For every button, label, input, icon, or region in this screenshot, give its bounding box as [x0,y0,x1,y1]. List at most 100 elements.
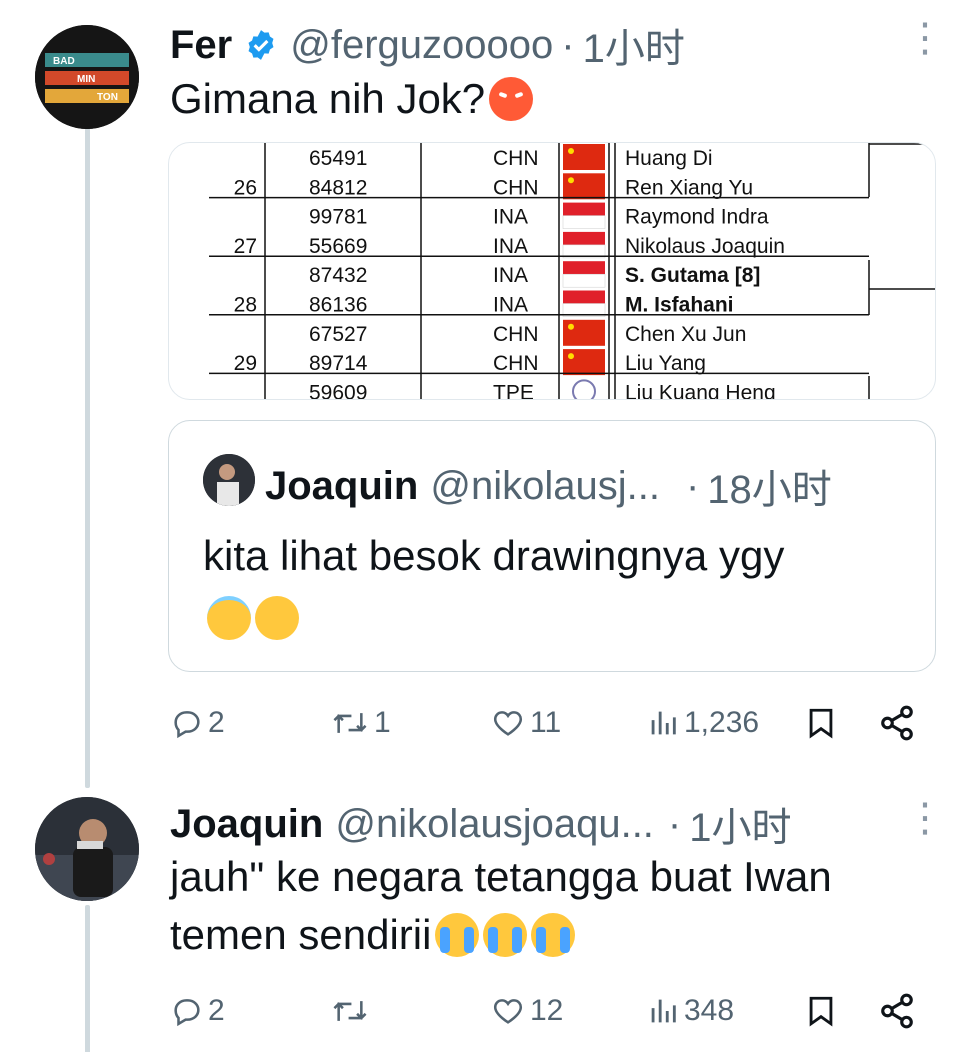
retweet-icon [333,1001,367,1021]
reply-text: jauh" ke negara tetangga buat Iwan temen… [170,848,930,964]
views-button[interactable]: 348 [646,994,734,1028]
share-icon [881,993,913,1029]
retweet-count: 1 [374,706,391,739]
flag-star [568,177,574,184]
views-icon [651,999,676,1023]
bookmark-button[interactable] [804,993,838,1029]
country-code: INA [493,235,528,258]
quoted-author-name: Joaquin [265,463,419,508]
tweet-image[interactable]: 65491 CHN Huang Di 26 84812 CHN Ren Xiang Yu 99… [168,142,936,400]
country-code: CHN [493,176,539,199]
thread-connector-line [85,128,90,788]
like-count: 12 [530,994,564,1027]
player-name: Raymond Indra [625,206,769,229]
player-avatar-image [35,797,139,901]
avatar[interactable]: BAD MIN TON [35,25,139,129]
reply-timestamp[interactable]: 1小时 [689,795,791,853]
tweet-timestamp[interactable]: 1小时 [583,16,685,74]
indonesia-flag-icon [563,290,605,304]
share-icon [881,705,913,741]
quoted-tweet-card[interactable]: Joaquin @nikolausj... · 18小时 kita lihat … [168,420,936,672]
china-flag-icon [563,319,605,346]
tweet-text-content: Gimana nih Jok? [170,75,486,122]
retweet-button[interactable] [330,994,374,1028]
player-name: Liu Yang [625,352,706,375]
smiling-face-with-halo-icon [207,596,251,640]
country-code: TPE [493,381,534,400]
quoted-tweet-header: Joaquin @nikolausj... · 18小时 [265,457,832,515]
bookmark-icon [809,708,833,739]
player-id: 67527 [309,323,367,346]
player-id: 87432 [309,264,367,287]
player-name: S. Gutama [8] [625,264,760,287]
reply-button[interactable]: 2 [170,994,225,1028]
china-flag-icon [563,349,605,376]
country-code: CHN [493,323,539,346]
draw-position-number: 29 [234,352,257,375]
reply-action-bar: 2 12 348 [170,986,930,1036]
player-id: 55669 [309,235,367,258]
avatar-text-1: BAD [53,56,75,67]
pensive-face-icon [255,596,299,640]
loudly-crying-face-icon [483,913,528,957]
indonesia-flag-icon [562,273,606,288]
heart-icon [493,711,523,736]
retweet-button[interactable]: 1 [330,706,391,740]
country-code: CHN [493,352,539,375]
avatar[interactable] [35,797,139,901]
country-code: INA [493,294,528,317]
tweet-text: Gimana nih Jok? [170,70,534,128]
country-code: CHN [493,147,539,170]
player-name: Liu Kuang Heng [625,381,776,400]
player-id: 89714 [309,352,368,375]
verified-badge-icon [244,28,278,62]
bookmark-icon [809,996,833,1027]
retweet-icon [333,713,367,733]
author-handle[interactable]: @nikolausjoaqu... [335,802,654,847]
reply-count: 2 [208,706,225,739]
indonesia-flag-icon [563,202,605,216]
more-vertical-icon[interactable]: ⋮ [905,798,945,838]
views-button[interactable]: 1,236 [646,706,759,740]
tweet-action-bar: 2 1 11 1,236 [170,698,930,748]
loudly-crying-face-icon [531,913,576,957]
views-count: 1,236 [684,706,760,739]
face-with-steam-from-nose-icon [489,77,534,121]
player-id: 86136 [309,294,367,317]
views-count: 348 [684,994,735,1027]
flag-star [568,148,574,154]
player-name: M. Isfahani [625,294,734,317]
share-button[interactable] [878,992,916,1030]
player-name: Ren Xiang Yu [625,176,753,199]
indonesia-flag-icon [563,261,605,275]
like-button[interactable]: 11 [490,706,561,740]
china-flag-icon [563,144,605,170]
chinese-taipei-flag-icon [572,379,596,399]
draw-position-number: 27 [234,235,257,258]
reply-button[interactable]: 2 [170,706,225,740]
like-button[interactable]: 12 [490,994,563,1028]
draw-position-number: 28 [234,294,257,317]
quoted-author-handle: @nikolausj... [430,463,660,508]
quoted-tweet-timestamp: 18小时 [707,468,832,512]
thread-connector-line [85,905,90,1052]
share-button[interactable] [878,704,916,742]
player-name: Chen Xu Jun [625,323,746,346]
more-vertical-icon[interactable]: ⋮ [905,18,945,58]
author-name[interactable]: Fer [170,23,232,68]
views-icon [651,711,676,735]
reply-icon [174,711,200,739]
flag-star [568,323,574,330]
tweet-header: Fer @ferguzooooo · 1小时 [170,16,685,74]
author-handle[interactable]: @ferguzooooo [290,23,553,68]
reply-count: 2 [208,994,225,1027]
avatar-text-3: TON [97,92,118,103]
author-name[interactable]: Joaquin [170,802,323,847]
player-name: Nikolaus Joaquin [625,235,785,258]
flag-star [568,353,574,360]
player-id: 65491 [309,147,367,170]
reply-icon [174,999,200,1027]
bookmark-button[interactable] [804,705,838,741]
heart-icon [493,999,523,1024]
china-flag-icon [563,173,605,200]
